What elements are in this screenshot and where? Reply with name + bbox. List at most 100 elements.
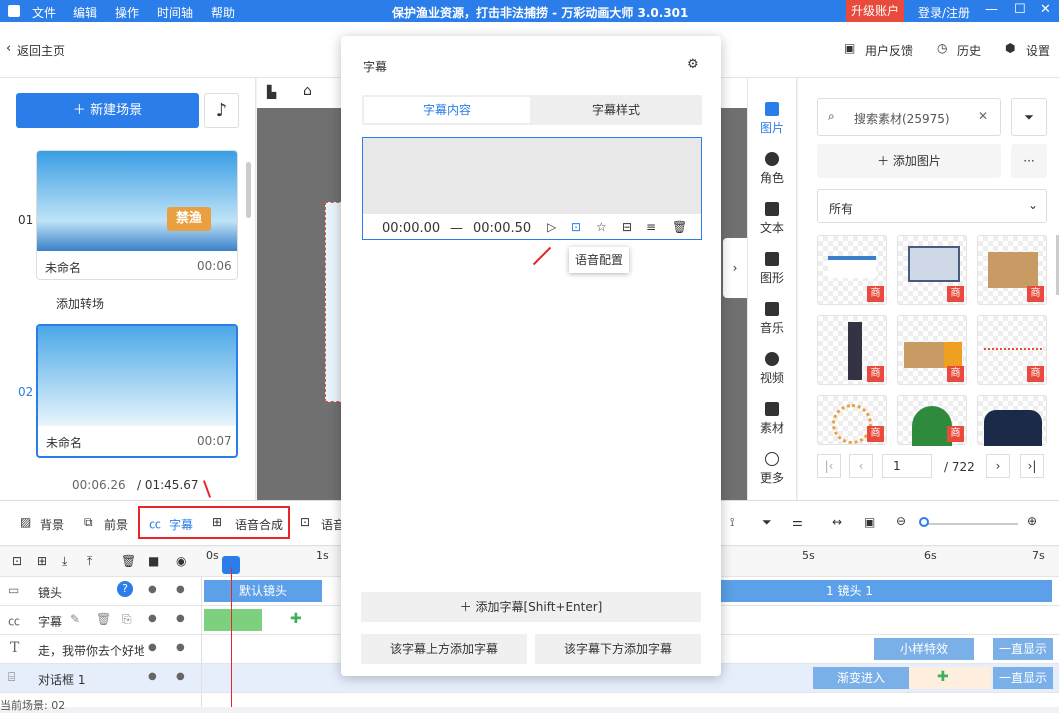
split-icon[interactable]: ⟟: [730, 515, 734, 530]
asset-tile[interactable]: 商: [817, 315, 887, 385]
tab-content[interactable]: 字幕内容: [364, 97, 530, 123]
move-up-icon[interactable]: ⤒: [87, 554, 92, 569]
add-layer-icon[interactable]: ⊡: [12, 554, 22, 568]
trash-icon[interactable]: 🗑: [672, 220, 687, 234]
add-transition-link[interactable]: 添加转场: [56, 295, 104, 312]
tab-style[interactable]: 字幕样式: [532, 97, 700, 123]
subtitle-entry[interactable]: 00:00.00 — 00:00.50 ▷ ⊡ ☆ ⊟ ≡ 🗑: [362, 137, 702, 240]
new-scene-button[interactable]: ＋ 新建场景: [16, 93, 199, 128]
back-home-link[interactable]: 返回主页: [17, 42, 65, 59]
more-options-icon[interactable]: ···: [1011, 144, 1047, 178]
add-keyframe-icon[interactable]: ✚: [290, 611, 302, 627]
lock-icon[interactable]: ■: [148, 554, 159, 568]
end-time[interactable]: 00:00.50: [473, 221, 531, 236]
scene-scrollbar[interactable]: [246, 162, 251, 218]
add-subtitle-button[interactable]: ＋ 添加字幕[Shift+Enter]: [361, 592, 701, 622]
nav-image[interactable]: 图片: [752, 102, 792, 136]
voice-config-icon[interactable]: ⊡: [571, 220, 581, 234]
eye-icon[interactable]: ◉: [176, 554, 186, 568]
visibility-toggle[interactable]: ●: [176, 671, 185, 682]
nav-character[interactable]: 角色: [752, 152, 792, 186]
ratio-icon[interactable]: ▣: [864, 515, 875, 529]
asset-tile[interactable]: 商: [897, 395, 967, 446]
insert-line-icon[interactable]: ≡: [646, 220, 656, 234]
nav-more[interactable]: 更多: [752, 452, 792, 486]
play-icon[interactable]: ▷: [547, 220, 556, 234]
asset-tile[interactable]: 商: [897, 235, 967, 305]
next-page-icon[interactable]: ›: [986, 454, 1010, 478]
asset-tile[interactable]: 商: [817, 395, 887, 445]
move-down-icon[interactable]: ⤓: [62, 554, 67, 569]
category-select[interactable]: 所有 ⌄: [817, 189, 1047, 223]
menu-help[interactable]: 帮助: [211, 4, 235, 21]
edit-icon[interactable]: ✎: [70, 612, 80, 626]
back-arrow-icon[interactable]: ‹: [6, 41, 11, 56]
fade-in-block[interactable]: 渐变进入: [813, 667, 909, 689]
asset-tile[interactable]: 商: [817, 235, 887, 305]
add-image-button[interactable]: ＋ 添加图片: [817, 144, 1001, 178]
menu-edit[interactable]: 编辑: [73, 4, 97, 21]
asset-tile[interactable]: 商: [977, 315, 1047, 385]
always-show-block[interactable]: 一直显示: [993, 667, 1053, 689]
start-time[interactable]: 00:00.00: [382, 221, 440, 236]
login-button[interactable]: 登录/注册: [918, 4, 970, 21]
home-icon[interactable]: ⌂: [303, 83, 312, 99]
add-folder-icon[interactable]: ⊞: [37, 554, 47, 568]
subtitle-text-input[interactable]: [363, 138, 701, 214]
upgrade-button[interactable]: 升级账户: [846, 0, 904, 22]
prev-page-icon[interactable]: ‹: [849, 454, 873, 478]
page-input[interactable]: 1: [882, 454, 932, 478]
lock-toggle[interactable]: ●: [148, 613, 157, 624]
settings-gear-icon[interactable]: ⚙: [687, 57, 699, 72]
effect-icon[interactable]: ☆: [596, 220, 607, 234]
adjust-icon[interactable]: ⚌: [792, 515, 803, 529]
add-above-button[interactable]: 该字幕上方添加字幕: [361, 634, 527, 664]
scene-thumb-1[interactable]: 禁渔 未命名 00:06: [36, 150, 238, 280]
visibility-toggle[interactable]: ●: [176, 584, 185, 595]
nav-text[interactable]: 文本: [752, 202, 792, 236]
zoom-slider[interactable]: [920, 523, 1018, 525]
menu-file[interactable]: 文件: [32, 4, 56, 21]
maximize-icon[interactable]: ☐: [1014, 2, 1026, 17]
import-icon[interactable]: ⎘: [122, 612, 132, 627]
music-note-icon[interactable]: ♪: [204, 93, 239, 128]
foreground-button[interactable]: 前景: [104, 516, 128, 533]
filter-tool-icon[interactable]: ⏷: [762, 515, 772, 530]
expand-arrow-icon[interactable]: ›: [723, 238, 747, 298]
feedback-link[interactable]: 用户反馈: [865, 42, 913, 59]
menu-operate[interactable]: 操作: [115, 4, 139, 21]
lock-toggle[interactable]: ●: [148, 671, 157, 682]
ruler-icon[interactable]: ▙: [267, 85, 276, 99]
nav-shape[interactable]: 图形: [752, 252, 792, 286]
menu-timeline[interactable]: 时间轴: [157, 4, 193, 21]
tts-button[interactable]: 语音合成: [235, 516, 283, 533]
nav-video[interactable]: 视频: [752, 352, 792, 386]
scene-thumb-2[interactable]: 未命名 00:07: [36, 324, 238, 458]
help-icon[interactable]: ?: [117, 581, 133, 597]
zoom-slider-handle[interactable]: [919, 517, 929, 527]
clear-icon[interactable]: ✕: [978, 109, 988, 123]
first-page-icon[interactable]: |‹: [817, 454, 841, 478]
search-input[interactable]: 搜索素材(25975): [854, 110, 950, 127]
last-page-icon[interactable]: ›|: [1020, 454, 1044, 478]
asset-tile[interactable]: 商: [897, 315, 967, 385]
keyframe-gap[interactable]: [909, 667, 991, 689]
lock-toggle[interactable]: ●: [148, 642, 157, 653]
asset-tile[interactable]: [977, 395, 1047, 446]
filter-icon[interactable]: ⏷: [1011, 98, 1047, 136]
zoom-out-icon[interactable]: ⊖: [896, 514, 906, 528]
default-lens-block[interactable]: 默认镜头: [204, 580, 322, 602]
close-icon[interactable]: ✕: [1040, 2, 1051, 17]
asset-tile[interactable]: 商: [977, 235, 1047, 305]
nav-music[interactable]: 音乐: [752, 302, 792, 336]
lock-toggle[interactable]: ●: [148, 584, 157, 595]
search-box[interactable]: ⌕ 搜索素材(25975) ✕: [817, 98, 1001, 136]
background-button[interactable]: 背景: [40, 516, 64, 533]
visibility-toggle[interactable]: ●: [176, 613, 185, 624]
delete-icon[interactable]: 🗑: [121, 554, 136, 568]
delete-track-icon[interactable]: 🗑: [96, 612, 111, 626]
fit-width-icon[interactable]: ↔: [832, 515, 842, 529]
effect-block[interactable]: 小样特效: [874, 638, 974, 660]
nav-material[interactable]: 素材: [752, 402, 792, 436]
split-subtitle-icon[interactable]: ⊟: [622, 220, 632, 234]
